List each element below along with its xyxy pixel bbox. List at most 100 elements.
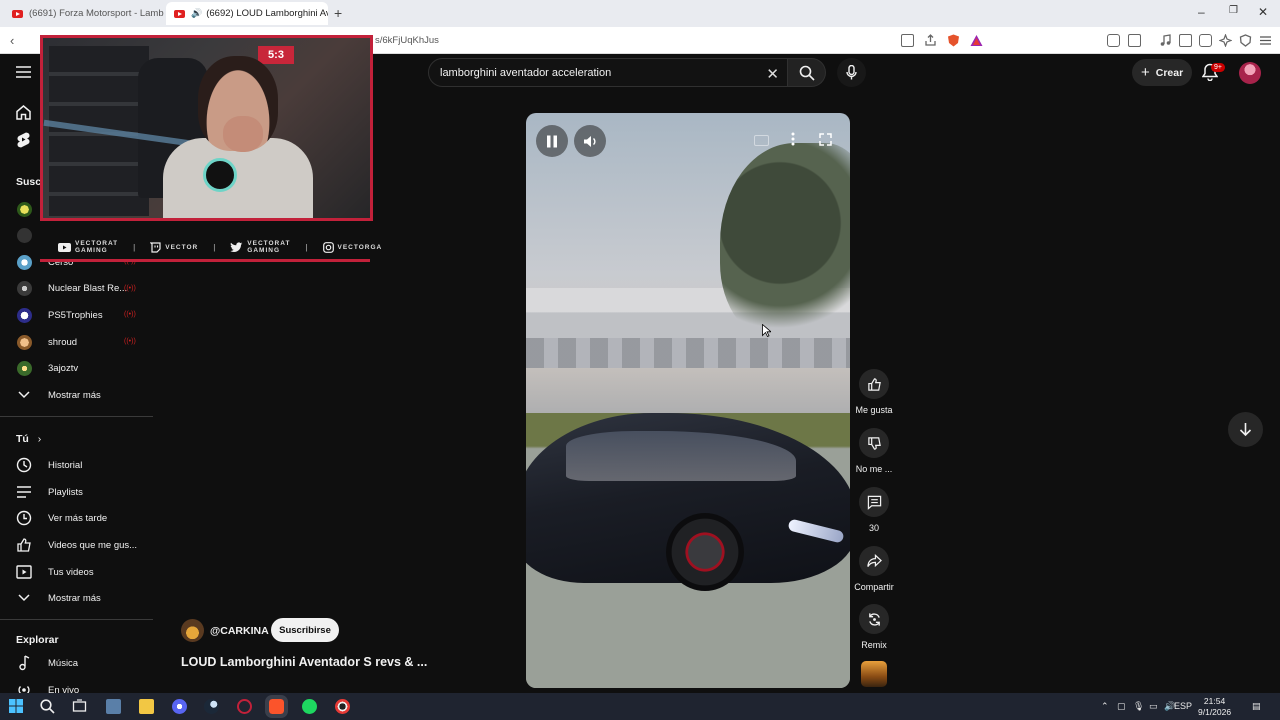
windows-start-icon[interactable] — [9, 699, 24, 714]
fullscreen-icon[interactable] — [819, 133, 832, 146]
browser-tab-active[interactable]: 🔊 (6692) LOUD Lamborghini Av ✕ — [166, 2, 328, 25]
comments-action[interactable]: 30 — [852, 487, 896, 533]
channel-avatar[interactable] — [181, 619, 204, 642]
task-view-icon[interactable] — [72, 699, 87, 714]
sidebar-item-music[interactable]: Música — [16, 653, 78, 673]
home-icon[interactable] — [15, 104, 32, 121]
menu-icon[interactable] — [1259, 34, 1272, 47]
shorts-video-player[interactable] — [526, 113, 850, 688]
spotify-icon[interactable] — [302, 699, 317, 714]
sidebar-item-playlists[interactable]: Playlists — [16, 482, 83, 502]
like-action[interactable]: Me gusta — [852, 369, 896, 415]
remix-button[interactable] — [859, 604, 889, 634]
wallet-icon[interactable] — [1199, 34, 1212, 47]
subscriptions-heading[interactable]: Susc — [16, 176, 41, 188]
more-options-icon[interactable] — [791, 132, 795, 146]
dislike-button[interactable] — [859, 428, 889, 458]
maximize-button[interactable]: ❐ — [1229, 5, 1238, 16]
webcam-overlay: 5:3 — [40, 35, 373, 221]
create-button[interactable]: + Crear — [1132, 59, 1192, 86]
thumbs-up-icon — [867, 377, 881, 391]
obs-icon[interactable] — [335, 699, 350, 714]
thumbs-up-icon — [16, 537, 32, 553]
steam-icon[interactable] — [204, 699, 219, 714]
comments-button[interactable] — [859, 487, 889, 517]
extensions-icon[interactable] — [1107, 34, 1120, 47]
url-text[interactable]: s/6kFjUqKhJus — [375, 35, 439, 46]
app-icon-1[interactable] — [106, 699, 121, 714]
you-section-heading[interactable]: Tú › — [16, 433, 41, 445]
discord-icon[interactable] — [172, 699, 187, 714]
user-avatar[interactable] — [1239, 62, 1261, 84]
remix-action[interactable]: Remix — [852, 604, 896, 650]
speaker-icon[interactable]: 🔊 — [191, 8, 202, 19]
show-more-you[interactable]: Mostrar más — [16, 588, 101, 608]
music-icon[interactable] — [1159, 34, 1172, 47]
new-tab-button[interactable]: + — [334, 5, 342, 21]
sidebar-toggle-icon[interactable] — [1179, 34, 1192, 47]
sidebar-item-history[interactable]: Historial — [16, 455, 82, 475]
social-instagram: VECTORGA — [322, 241, 383, 253]
screenshot-icon[interactable] — [901, 34, 914, 47]
brave-browser-icon[interactable] — [265, 695, 288, 718]
remix-icon — [868, 612, 880, 626]
twitch-icon — [150, 241, 161, 253]
tab-search-icon[interactable] — [1128, 34, 1141, 47]
back-arrow-icon[interactable]: ‹ — [10, 33, 14, 48]
sidebar-item-label: Historial — [48, 459, 83, 471]
microphone-tray-icon[interactable]: 🎙 — [1133, 701, 1144, 712]
channel-name[interactable]: @CARKINA — [210, 625, 269, 637]
clear-search-icon[interactable]: ✕ — [766, 65, 779, 83]
search-input[interactable]: lamborghini aventador acceleration ✕ — [428, 58, 788, 87]
subscription-channel-item[interactable]: Nuclear Blast Re... — [16, 278, 127, 298]
vpn-shield-icon[interactable] — [1239, 34, 1252, 47]
share-action[interactable]: Compartir — [852, 546, 896, 592]
language-indicator[interactable]: ESP — [1174, 701, 1192, 711]
voice-search-button[interactable] — [837, 58, 866, 87]
minimize-button[interactable]: – — [1198, 5, 1205, 19]
like-button[interactable] — [859, 369, 889, 399]
app-icon-ring[interactable] — [237, 699, 252, 714]
sidebar-item-liked-videos[interactable]: Videos que me gus... — [16, 535, 137, 555]
battery-icon[interactable]: ▭ — [1149, 701, 1158, 712]
next-short-button[interactable] — [1228, 412, 1263, 447]
social-line: VECTORGA — [337, 243, 383, 251]
browser-tab[interactable]: (6691) Forza Motorsport - Lamborghini — [4, 2, 164, 25]
video-title[interactable]: LOUD Lamborghini Aventador S revs & ... — [181, 655, 427, 669]
leo-ai-icon[interactable] — [1219, 34, 1232, 47]
shorts-icon[interactable] — [15, 131, 32, 148]
sidebar-item-watch-later[interactable]: Ver más tarde — [16, 508, 107, 528]
pause-button[interactable] — [536, 125, 568, 157]
volume-button[interactable] — [574, 125, 606, 157]
social-line: VECTORAT — [247, 240, 291, 247]
subscription-channel-item[interactable]: PS5Trophies — [16, 305, 103, 325]
chevron-down-icon — [16, 387, 32, 403]
plus-icon: + — [1141, 64, 1150, 81]
dislike-action[interactable]: No me ... — [852, 428, 896, 474]
brave-shields-icon[interactable] — [947, 34, 960, 47]
sound-thumbnail[interactable] — [861, 661, 887, 687]
show-more-subscriptions[interactable]: Mostrar más — [16, 385, 101, 405]
subscription-channel-item[interactable]: 3ajoztv — [16, 358, 78, 378]
system-clock[interactable]: 21:54 9/1/2026 — [1198, 696, 1231, 718]
video-frame-wheel — [666, 513, 744, 591]
notifications-tray-icon[interactable]: ▤ — [1252, 701, 1261, 712]
subscription-channel-item[interactable]: shroud — [16, 332, 77, 352]
share-button[interactable] — [859, 546, 889, 576]
tray-chevron-icon[interactable]: ⌃ — [1101, 701, 1109, 712]
tray-app-icon[interactable]: ▢ — [1117, 701, 1126, 712]
live-indicator-icon: ((•)) — [124, 338, 136, 345]
captions-icon[interactable] — [754, 135, 769, 146]
subscribe-button[interactable]: Suscribirse — [271, 618, 339, 642]
social-twitch: VECTOR — [150, 241, 198, 253]
search-icon[interactable] — [40, 699, 55, 714]
search-button[interactable] — [788, 58, 826, 87]
brave-rewards-icon[interactable] — [970, 34, 983, 47]
file-explorer-icon[interactable] — [139, 699, 154, 714]
sidebar-item-your-videos[interactable]: Tus videos — [16, 562, 94, 582]
clock-icon — [16, 510, 32, 526]
hamburger-menu-icon[interactable] — [16, 66, 31, 78]
share-icon[interactable] — [924, 34, 937, 47]
close-window-button[interactable]: ✕ — [1258, 5, 1268, 19]
channel-avatar — [16, 280, 32, 296]
